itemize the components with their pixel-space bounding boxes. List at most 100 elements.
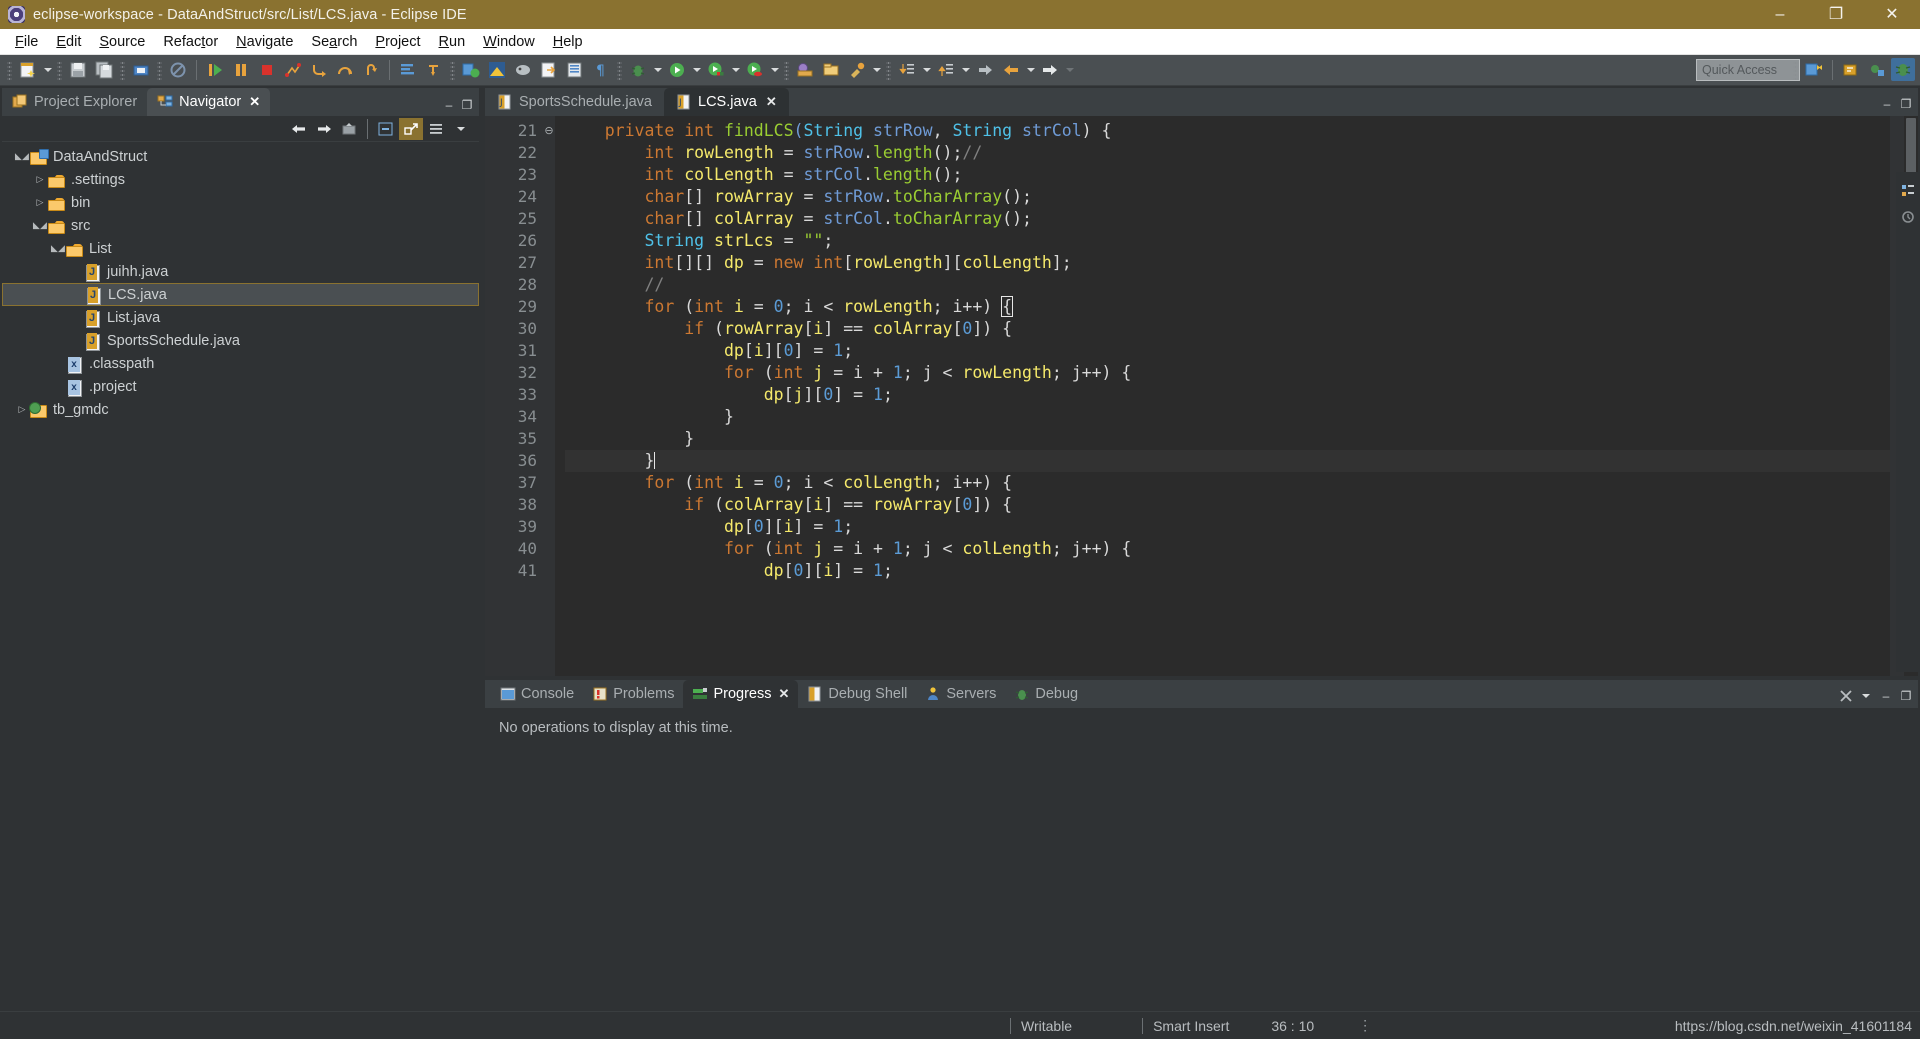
toolbar-grip[interactable]	[450, 60, 455, 80]
code-line[interactable]: private int findLCS(String strRow, Strin…	[565, 120, 1918, 142]
new-package-button[interactable]	[563, 59, 587, 82]
outline-trim-icon[interactable]	[1900, 182, 1916, 200]
menu-search[interactable]: Search	[302, 32, 366, 52]
code-line[interactable]: int colLength = strCol.length();	[565, 164, 1918, 186]
code-line[interactable]: if (colArray[i] == rowArray[0]) {	[565, 494, 1918, 516]
next-annotation-button[interactable]	[895, 59, 919, 82]
expand-arrow-icon[interactable]: ◢	[32, 220, 48, 231]
collapse-arrow-icon[interactable]	[32, 197, 48, 208]
code-line[interactable]: }	[565, 428, 1918, 450]
navigator-tree[interactable]: ◢ DataAndStruct .settings bin ◢ src ◢ List juihh…	[2, 142, 479, 1006]
code-line[interactable]: for (int i = 0; i < rowLength; i++) {	[565, 296, 1918, 318]
new-wizard-button[interactable]	[16, 59, 40, 82]
close-icon[interactable]: ✕	[778, 686, 789, 702]
toolbar-grip[interactable]	[886, 60, 891, 80]
tree-item-list-java[interactable]: List.java	[2, 306, 479, 329]
terminate-button[interactable]	[255, 59, 279, 82]
toolbar-grip[interactable]	[784, 60, 789, 80]
editor-tab-sportsschedule[interactable]: J SportsSchedule.java	[485, 88, 664, 116]
run-button[interactable]	[665, 59, 689, 82]
link-with-editor-button[interactable]	[399, 117, 423, 140]
maximize-window-button[interactable]: ❐	[1808, 0, 1864, 29]
build-all-button[interactable]	[166, 59, 190, 82]
save-button[interactable]	[66, 59, 90, 82]
code-line[interactable]: }	[565, 450, 1918, 472]
bottom-tab-debug[interactable]: Debug	[1005, 680, 1087, 708]
maximize-icon[interactable]: ❐	[1898, 687, 1914, 705]
step-into-button[interactable]	[307, 59, 331, 82]
collapse-all-button[interactable]	[374, 118, 398, 140]
pilcrow-button[interactable]: ¶	[589, 59, 613, 82]
menu-edit[interactable]: Edit	[47, 32, 90, 52]
last-edit-location-button[interactable]	[973, 59, 997, 82]
coverage-run-button[interactable]	[704, 59, 728, 82]
code-line[interactable]: String strLcs = "";	[565, 230, 1918, 252]
next-annotation-caret[interactable]	[920, 59, 933, 82]
editor-marker-bar[interactable]	[485, 116, 499, 676]
collapse-arrow-icon[interactable]	[32, 174, 48, 185]
debug-button[interactable]	[626, 59, 650, 82]
code-line[interactable]: //	[565, 274, 1918, 296]
view-menu-caret[interactable]	[449, 118, 473, 140]
status-overflow-button[interactable]: ⋮	[1358, 1017, 1374, 1034]
debug-caret[interactable]	[651, 59, 664, 82]
prev-annotation-button[interactable]	[934, 59, 958, 82]
refresh-button[interactable]	[459, 59, 483, 82]
perspective-debug-button[interactable]	[1865, 58, 1889, 81]
coverage-run-caret[interactable]	[729, 59, 742, 82]
open-type-button[interactable]	[793, 59, 817, 82]
bottom-tab-progress[interactable]: Progress ✕	[683, 680, 799, 708]
code-line[interactable]: int rowLength = strRow.length();//	[565, 142, 1918, 164]
back-caret[interactable]	[1024, 59, 1037, 82]
menu-help[interactable]: Help	[544, 32, 592, 52]
code-line[interactable]: if (rowArray[i] == colArray[0]) {	[565, 318, 1918, 340]
view-tab-navigator[interactable]: Navigator ✕	[147, 88, 271, 116]
perspective-javaee-button[interactable]	[1891, 58, 1915, 81]
editor-source-text[interactable]: private int findLCS(String strRow, Strin…	[555, 116, 1918, 676]
kill-jobs-icon[interactable]	[1838, 687, 1854, 705]
code-line[interactable]: int[][] dp = new int[rowLength][colLengt…	[565, 252, 1918, 274]
maximize-icon[interactable]: ❐	[1898, 95, 1914, 113]
toolbar-grip[interactable]	[7, 60, 12, 80]
tree-item-dataandstruct[interactable]: ◢ DataAndStruct	[2, 145, 479, 168]
quick-access-input[interactable]: Quick Access	[1696, 59, 1800, 81]
bottom-tab-console[interactable]: Console	[491, 680, 583, 708]
toolbar-grip[interactable]	[617, 60, 622, 80]
editor-tab-lcs[interactable]: J LCS.java ✕	[664, 88, 789, 116]
external-tools-button[interactable]	[845, 59, 869, 82]
open-perspective-button[interactable]	[1802, 58, 1826, 81]
bottom-tab-debug-shell[interactable]: Debug Shell	[798, 680, 916, 708]
disconnect-button[interactable]	[281, 59, 305, 82]
code-line[interactable]: for (int j = i + 1; j < colLength; j++) …	[565, 538, 1918, 560]
external-tools-caret[interactable]	[870, 59, 883, 82]
menu-source[interactable]: Source	[90, 32, 154, 52]
step-return-button[interactable]	[359, 59, 383, 82]
forward-button[interactable]	[312, 118, 336, 140]
bottom-tab-problems[interactable]: Problems	[583, 680, 683, 708]
toolbar-grip[interactable]	[1793, 59, 1798, 80]
tree-item-tb-gmdc[interactable]: tb_gmdc	[2, 398, 479, 421]
code-line[interactable]: dp[j][0] = 1;	[565, 384, 1918, 406]
perspective-icon-button[interactable]	[485, 59, 509, 82]
menu-navigate[interactable]: Navigate	[227, 32, 302, 52]
close-window-button[interactable]: ✕	[1864, 0, 1920, 29]
menu-window[interactable]: Window	[474, 32, 544, 52]
code-editor[interactable]: 21 22 23 24 25 26 27 28 29 30 31 32 33 34 35 36 37 38 39 40…	[485, 116, 1918, 676]
folding-collapse-icon[interactable]: ⊖	[543, 120, 555, 142]
new-class-button[interactable]	[537, 59, 561, 82]
editor-folding-bar[interactable]: ⊖	[543, 116, 555, 676]
toolbar-grip[interactable]	[157, 60, 162, 80]
code-line[interactable]: dp[0][i] = 1;	[565, 560, 1918, 582]
print-button[interactable]	[129, 59, 153, 82]
expand-arrow-icon[interactable]: ◢	[14, 151, 30, 162]
minimize-icon[interactable]: –	[441, 96, 457, 114]
task-list-trim-icon[interactable]	[1900, 208, 1916, 226]
bottom-tab-servers[interactable]: Servers	[916, 680, 1005, 708]
tree-item-bin[interactable]: bin	[2, 191, 479, 214]
expand-arrow-icon[interactable]: ◢	[50, 243, 66, 254]
tree-item-juihh-java[interactable]: juihh.java	[2, 260, 479, 283]
up-button[interactable]	[337, 118, 361, 140]
forward-button[interactable]	[1038, 59, 1062, 82]
maximize-icon[interactable]: ❐	[459, 96, 475, 114]
menu-run[interactable]: Run	[430, 32, 475, 52]
